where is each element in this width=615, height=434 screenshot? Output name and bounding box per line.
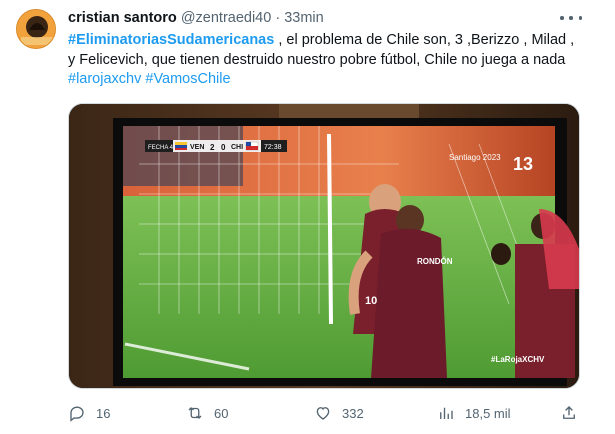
away-score: 0 (221, 143, 226, 152)
channel-logo: 13 (513, 154, 533, 174)
hashtag-link[interactable]: #VamosChile (145, 71, 230, 87)
tweet-text: #EliminatoriasSudamericanas , el problem… (68, 31, 580, 90)
display-name[interactable]: cristian santoro (68, 10, 177, 26)
timestamp[interactable]: 33min (284, 10, 324, 26)
more-dots-icon (560, 16, 564, 20)
share-button[interactable] (560, 402, 578, 424)
like-count: 332 (342, 405, 364, 421)
repost-icon (188, 407, 202, 419)
separator-dot: · (275, 10, 281, 26)
away-team: CHI (231, 144, 243, 151)
jersey-name: RONDÓN (417, 257, 453, 266)
avatar[interactable] (16, 9, 56, 49)
match-clock: 72:38 (264, 144, 282, 151)
tweet-photo[interactable]: 10 RONDÓN FECHA 4 VEN 2 0 CHI 72:38 Sant… (68, 103, 580, 389)
tv-photo: 10 RONDÓN FECHA 4 VEN 2 0 CHI 72:38 Sant… (69, 104, 579, 388)
bar-chart-icon (440, 407, 453, 419)
tweet-card[interactable]: cristian santoro @zentraedi40 · 33min #E… (0, 0, 615, 434)
reply-button[interactable]: 16 (68, 402, 110, 424)
hashtag-link[interactable]: #EliminatoriasSudamericanas (68, 32, 274, 48)
heart-icon (316, 407, 330, 420)
more-options-button[interactable] (560, 10, 582, 26)
reply-icon (70, 406, 84, 422)
reply-count: 16 (96, 405, 111, 421)
tweet-text-line: , el problema de Chile son, 3 ,Berizzo , (278, 32, 528, 48)
event-logo: Santiago 2023 (449, 153, 501, 162)
repost-button[interactable]: 60 (186, 402, 228, 424)
home-team: VEN (190, 144, 204, 151)
like-button[interactable]: 332 (314, 402, 364, 424)
jersey-number: 10 (365, 295, 377, 307)
share-icon (563, 406, 575, 419)
tweet-text-line: juega a nada (481, 51, 566, 68)
scoreboard: FECHA 4 VEN 2 0 CHI 72:38 (145, 140, 287, 152)
hashtag-link[interactable]: #larojaxchv (68, 71, 141, 87)
action-bar: 16 60 332 18,5 mil (68, 402, 588, 424)
overlay-hashtag: #LaRojaXCHV (491, 355, 545, 364)
repost-count: 60 (214, 405, 229, 421)
views-button[interactable]: 18,5 mil (437, 402, 511, 424)
scoreboard-round: FECHA 4 (148, 145, 174, 151)
user-handle[interactable]: @zentraedi40 (181, 10, 272, 26)
tweet-header: cristian santoro @zentraedi40 · 33min (68, 9, 575, 27)
home-score: 2 (210, 143, 215, 152)
view-count: 18,5 mil (465, 405, 511, 421)
avatar-image (17, 10, 55, 48)
tv-screen: 10 RONDÓN (123, 126, 579, 378)
